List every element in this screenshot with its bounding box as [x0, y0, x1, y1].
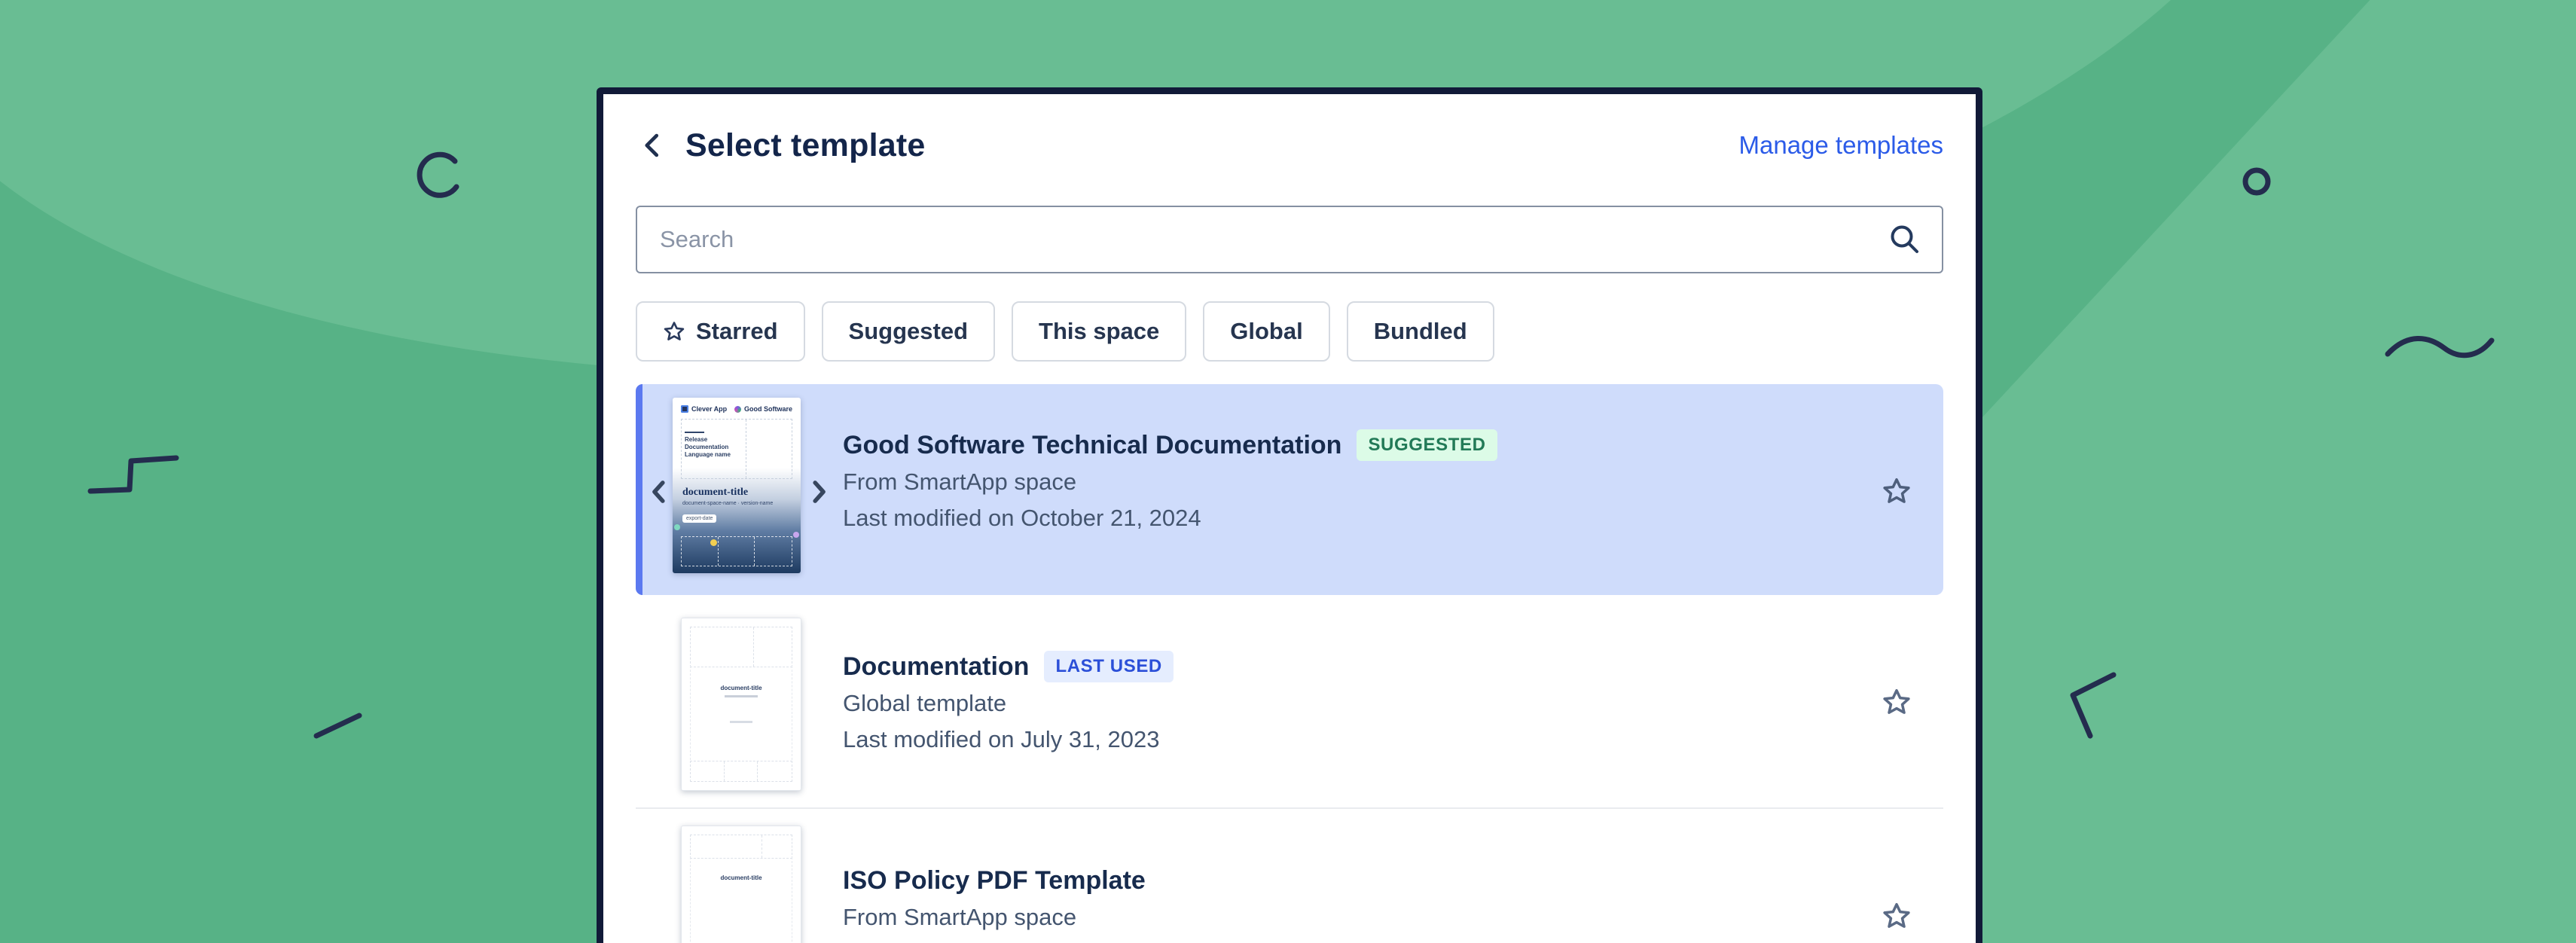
thumbnail-brand-row: Clever App Good Software [681, 405, 792, 413]
filter-bundled-button[interactable]: Bundled [1347, 301, 1494, 362]
star-button[interactable] [1882, 476, 1912, 508]
search-field [636, 206, 1943, 273]
chevron-left-icon [649, 479, 669, 505]
carousel-next-button[interactable] [809, 479, 829, 507]
suggested-badge: SUGGESTED [1357, 429, 1497, 461]
filter-suggested-label: Suggested [849, 318, 968, 345]
template-thumbnail: document-title [681, 618, 801, 791]
thumbnail-chip: export-date [682, 514, 716, 523]
template-info: Documentation LAST USED Global template … [843, 648, 1174, 758]
select-template-dialog: Select template Manage templates Starred [597, 87, 1982, 943]
filter-global-label: Global [1230, 318, 1302, 345]
dialog-header: Select template Manage templates [636, 126, 1943, 165]
template-source: Global template [843, 685, 1174, 722]
template-list: Clever App Good Software Release Documen… [636, 384, 1943, 943]
template-info: ISO Policy PDF Template From SmartApp sp… [843, 862, 1146, 943]
template-info: Good Software Technical Documentation SU… [843, 426, 1497, 536]
thumbnail-doc-subtitle: document-space-name · version-name [682, 501, 773, 506]
template-title: Documentation [843, 652, 1029, 682]
filter-suggested-button[interactable]: Suggested [822, 301, 995, 362]
filter-bar: Starred Suggested This space Global Bund… [636, 301, 1943, 362]
doodle-step-icon [90, 458, 176, 491]
background: Select template Manage templates Starred [0, 0, 2576, 943]
thumbnail-brand-right: Good Software [734, 405, 792, 413]
page-title: Select template [685, 127, 925, 164]
template-source: From SmartApp space [843, 464, 1497, 500]
carousel-prev-button[interactable] [649, 479, 669, 507]
template-source: From SmartApp space [843, 899, 1146, 935]
thumbnail-header-box: Release Documentation Language name [681, 419, 792, 479]
star-outline-icon [1882, 901, 1912, 931]
template-title: ISO Policy PDF Template [843, 866, 1146, 896]
filter-this-space-button[interactable]: This space [1012, 301, 1186, 362]
star-button[interactable] [1882, 901, 1912, 933]
filter-starred-button[interactable]: Starred [636, 301, 805, 362]
app-logo-icon [681, 405, 688, 413]
company-logo-icon [734, 406, 741, 413]
template-modified: Last modified on July 31, 2023 [843, 722, 1174, 758]
back-button[interactable] [636, 128, 670, 163]
selection-accent-bar [636, 384, 642, 595]
filter-bundled-label: Bundled [1374, 318, 1467, 345]
last-used-badge: LAST USED [1044, 651, 1173, 682]
star-outline-icon [1882, 476, 1912, 506]
template-row-good-software[interactable]: Clever App Good Software Release Documen… [636, 384, 1943, 595]
thumbnail-brand-left: Clever App [681, 405, 727, 413]
thumbnail-doc-title: document-title [682, 487, 748, 499]
star-outline-icon [1882, 687, 1912, 717]
template-title: Good Software Technical Documentation [843, 431, 1341, 460]
filter-this-space-label: This space [1039, 318, 1159, 345]
manage-templates-link[interactable]: Manage templates [1739, 131, 1944, 160]
thumbnail-dot-purple [793, 532, 799, 538]
template-thumbnail: Clever App Good Software Release Documen… [673, 398, 801, 573]
template-row-iso-policy[interactable]: document-title ISO Policy PDF Template F… [636, 816, 1943, 943]
chevron-left-icon [638, 130, 668, 160]
template-row-documentation[interactable]: document-title Documentation LAST USED G… [636, 603, 1943, 809]
thumbnail-doc-title: document-title [682, 874, 801, 881]
star-button[interactable] [1882, 687, 1912, 719]
template-thumbnail: document-title [681, 826, 801, 943]
thumbnail-doc-title: document-title [682, 685, 801, 691]
chevron-right-icon [809, 479, 829, 505]
doodle-dash-icon [316, 716, 359, 736]
search-icon [1888, 222, 1922, 257]
thumbnail-heading: Release Documentation Language name [685, 436, 752, 459]
thumbnail-footer-grid [681, 536, 792, 566]
filter-starred-label: Starred [696, 318, 778, 345]
template-modified: K15t GmbH [843, 935, 1146, 943]
search-input[interactable] [636, 206, 1943, 273]
star-outline-icon [663, 320, 685, 343]
filter-global-button[interactable]: Global [1203, 301, 1329, 362]
template-modified: Last modified on October 21, 2024 [843, 500, 1497, 536]
thumbnail-dot-teal [674, 524, 680, 530]
